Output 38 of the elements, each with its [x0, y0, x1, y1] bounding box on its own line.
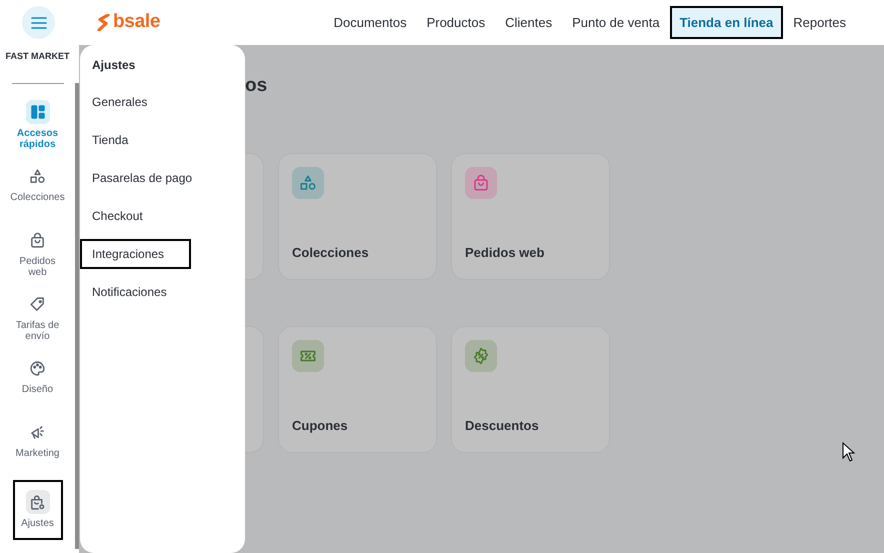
page-heading: os	[245, 75, 268, 96]
menu-item[interactable]: Generales	[80, 87, 160, 117]
nav-tab[interactable]: Punto de venta	[562, 6, 670, 40]
palette-icon	[29, 360, 46, 377]
settings-bag-icon	[29, 494, 46, 511]
logo-icon	[97, 14, 110, 31]
mouse-cursor-icon	[842, 442, 855, 462]
tag-icon	[29, 296, 46, 313]
store-name: FAST MARKET	[6, 51, 70, 62]
menu-item[interactable]: Notificaciones	[80, 277, 179, 307]
shortcut-card[interactable]: Cupones	[278, 326, 437, 453]
menu-icon	[30, 16, 46, 28]
sidebar-item[interactable]: Accesos rápidos	[12, 96, 62, 160]
menu-button[interactable]	[22, 6, 55, 39]
logo-text: bsale	[113, 10, 160, 34]
sidebar-item[interactable]: Ajustes	[12, 480, 62, 540]
megaphone-icon	[29, 424, 46, 441]
sidebar-item[interactable]: Diseño	[12, 352, 62, 416]
nav-tab[interactable]: Tienda en línea	[670, 6, 784, 40]
sidebar-item[interactable]: Marketing	[12, 416, 62, 480]
nav-tab[interactable]: Reportes	[783, 6, 856, 40]
shortcut-card[interactable]: Pedidos web	[451, 153, 610, 280]
nav-tab[interactable]: Clientes	[495, 6, 562, 40]
shapes-icon	[29, 168, 46, 185]
shortcut-card[interactable]: Colecciones	[278, 153, 437, 280]
nav-tab[interactable]: Productos	[416, 6, 496, 40]
grid-icon	[28, 103, 46, 122]
menu-item[interactable]: Integraciones	[80, 239, 191, 269]
sidebar-item[interactable]: Tarifas de envío	[12, 288, 62, 352]
menu-item[interactable]: Checkout	[80, 201, 155, 231]
sidebar-item[interactable]: Colecciones	[12, 160, 62, 224]
sidebar-item[interactable]: Pedidos web	[12, 224, 62, 288]
shopping-bag-icon	[29, 232, 46, 249]
menu-item[interactable]: Pasarelas de pago	[80, 163, 204, 193]
menu-item[interactable]: Tienda	[80, 125, 140, 155]
nav-tab[interactable]: Documentos	[324, 6, 417, 40]
shortcut-card[interactable]: Descuentos	[451, 326, 610, 453]
menu-title: Ajustes	[91, 57, 136, 74]
